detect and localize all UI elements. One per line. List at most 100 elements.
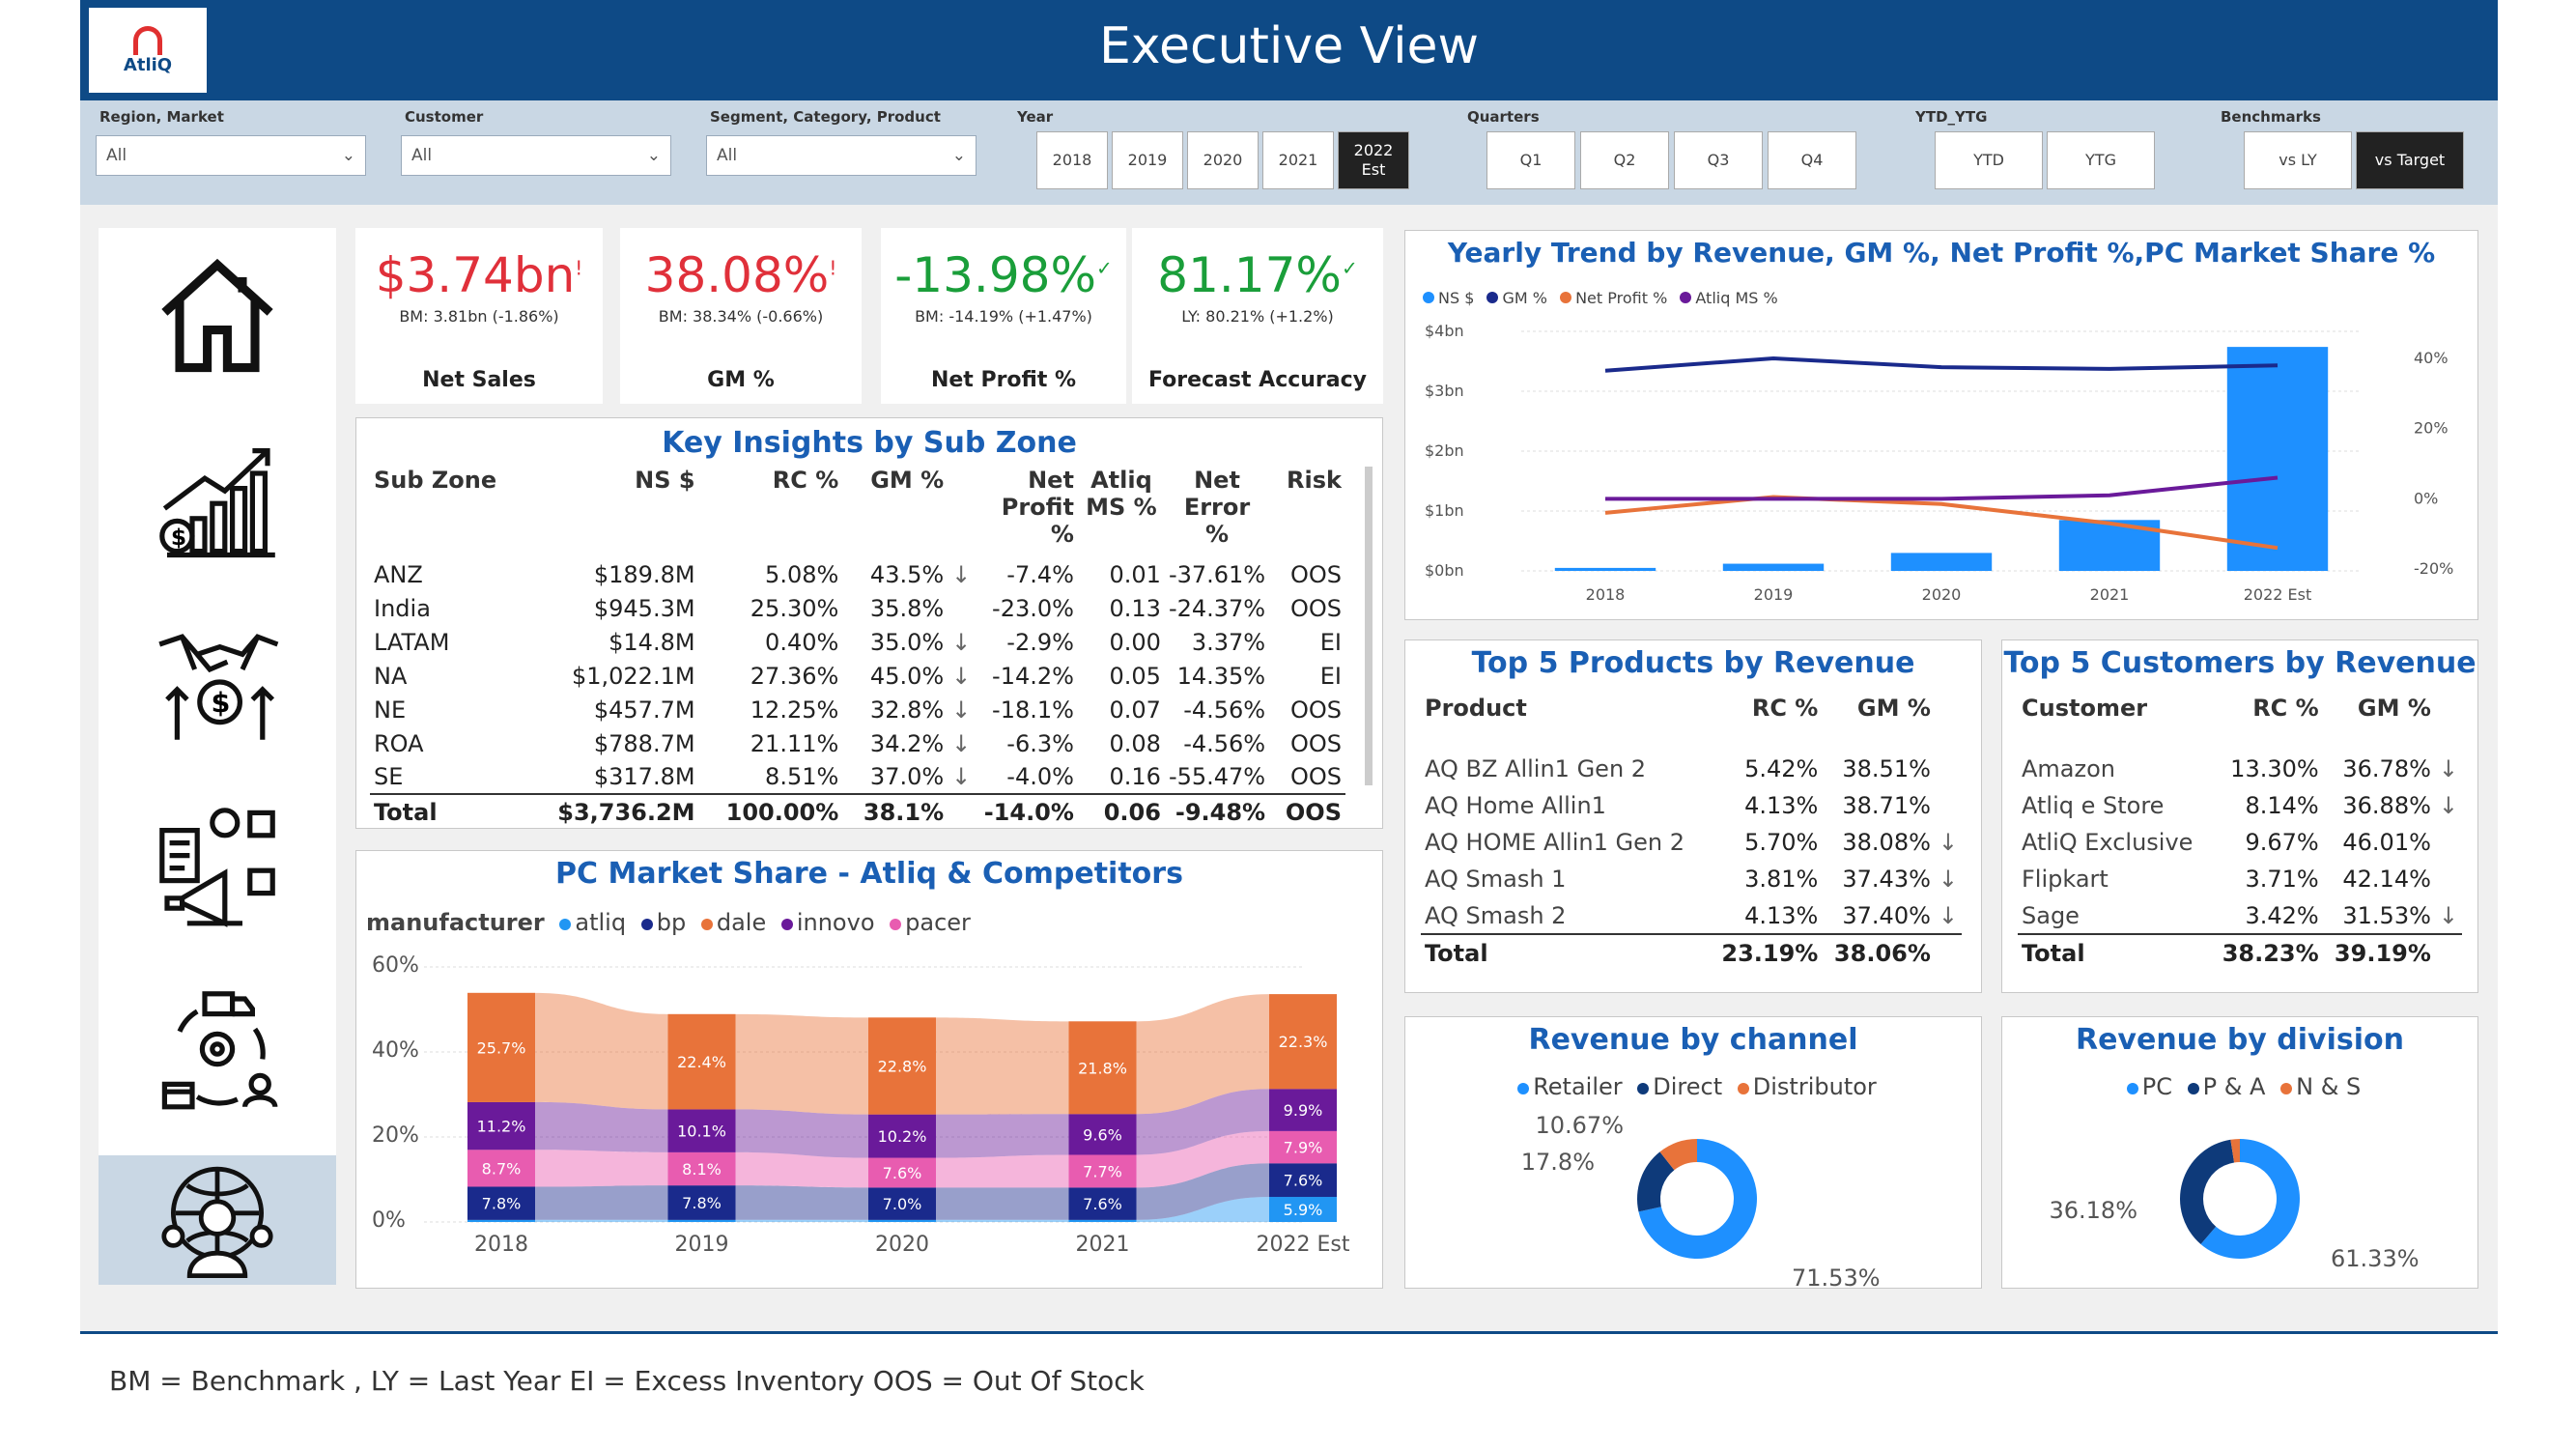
cell: -14.2% [992, 662, 1074, 690]
column-header[interactable]: RC % [2211, 695, 2323, 751]
legend-item: bp [656, 909, 687, 936]
quarter-q4-button[interactable]: Q4 [1768, 131, 1856, 189]
year-2021-button[interactable]: 2021 [1262, 131, 1334, 189]
svg-text:$: $ [171, 524, 186, 551]
y-tick-label: $2bn [1425, 441, 1464, 460]
table-row[interactable]: AtliQ Exclusive 9.67% 46.01% [2018, 824, 2462, 861]
year-2019-button[interactable]: 2019 [1112, 131, 1183, 189]
data-label: 10.67% [1535, 1112, 1624, 1139]
cell: AQ Smash 1 [1425, 866, 1567, 893]
quarter-q1-button[interactable]: Q1 [1486, 131, 1575, 189]
nav-executive-view[interactable] [99, 1155, 336, 1285]
cell: NE [374, 696, 407, 724]
table-row[interactable]: AQ Smash 1 3.81% 37.43% ↓ [1421, 861, 1962, 897]
footer-note: BM = Benchmark , LY = Last Year EI = Exc… [109, 1365, 1145, 1397]
y2-tick-label: -20% [2414, 559, 2453, 578]
table-row[interactable]: NE $457.7M 12.25% 32.8% ↓ -18.1% 0.07 -4.56% OOS [370, 693, 1345, 726]
cell [948, 591, 980, 625]
data-label: 22.3% [1279, 1033, 1328, 1051]
customer-dropdown[interactable]: All ⌄ [401, 135, 671, 176]
cell: 0.00 [1109, 628, 1161, 656]
column-header[interactable]: RC % [1710, 695, 1823, 751]
kpi-label: GM % [707, 368, 775, 392]
ytd-button[interactable]: YTD [1935, 131, 2043, 189]
column-header[interactable]: Customer [2018, 695, 2211, 751]
table-row[interactable]: AQ BZ Allin1 Gen 2 5.42% 38.51% [1421, 751, 1962, 787]
cell: 5.08% [765, 560, 839, 588]
table-row[interactable]: LATAM $14.8M 0.40% 35.0% ↓ -2.9% 0.00 3.37% EI [370, 625, 1345, 659]
table-row[interactable]: Sage 3.42% 31.53% ↓ [2018, 897, 2462, 934]
bar-segment-atliq [467, 1219, 535, 1222]
nav-home[interactable] [99, 228, 336, 402]
top-customers-card: Top 5 Customers by Revenue Customer RC % G… [2001, 639, 2478, 993]
column-header[interactable]: Atliq MS % [1078, 467, 1165, 557]
quarter-q2-button[interactable]: Q2 [1580, 131, 1669, 189]
column-header[interactable]: Net Error % [1165, 467, 1269, 557]
segment-dropdown[interactable]: All ⌄ [706, 135, 977, 176]
region-market-dropdown[interactable]: All ⌄ [96, 135, 366, 176]
table-row[interactable]: Amazon 13.30% 36.78% ↓ [2018, 751, 2462, 787]
table-row[interactable]: ROA $788.7M 21.11% 34.2% ↓ -6.3% 0.08 -4.56% OOS [370, 726, 1345, 760]
vs-target-button[interactable]: vs Target [2356, 131, 2464, 189]
table-row[interactable]: Atliq e Store 8.14% 36.88% ↓ [2018, 787, 2462, 824]
column-header[interactable]: NS $ [525, 467, 698, 557]
table-row[interactable]: India $945.3M 25.30% 35.8% -23.0% 0.13 -24.37%… [370, 591, 1345, 625]
cell: 4.13% [1744, 792, 1819, 819]
quarter-q3-button[interactable]: Q3 [1674, 131, 1763, 189]
chart-legend: manufacturer atliq bp dale innovo pacer [366, 909, 971, 936]
table-row[interactable]: Flipkart 3.71% 42.14% [2018, 861, 2462, 897]
data-label: 36.18% [2049, 1197, 2137, 1224]
x-tick-label: 2018 [1586, 585, 1626, 604]
y2-tick-label: 0% [2414, 489, 2438, 507]
table-row[interactable]: AQ Home Allin1 4.13% 38.71% [1421, 787, 1962, 824]
table-row[interactable]: AQ HOME Allin1 Gen 2 5.70% 38.08% ↓ [1421, 824, 1962, 861]
cell: 36.78% [2342, 755, 2431, 782]
column-header[interactable]: Risk [1269, 467, 1345, 557]
column-header[interactable]: Product [1421, 695, 1710, 751]
cell [1935, 751, 1962, 787]
column-header[interactable]: GM % [842, 467, 948, 557]
year-2020-button[interactable]: 2020 [1187, 131, 1259, 189]
ytg-button[interactable]: YTG [2047, 131, 2155, 189]
cell: Flipkart [2022, 866, 2109, 893]
data-label: 8.1% [682, 1160, 722, 1179]
column-header[interactable]: Net Profit % [980, 467, 1078, 557]
table-row[interactable]: SE $317.8M 8.51% 37.0% ↓ -4.0% 0.16 -55.47% OOS [370, 760, 1345, 794]
vs-ly-button[interactable]: vs LY [2244, 131, 2352, 189]
year-2022-est-button[interactable]: 2022 Est [1338, 131, 1409, 189]
column-header[interactable]: GM % [2323, 695, 2435, 751]
home-icon [161, 258, 273, 373]
nav-sales-view[interactable]: $ [99, 595, 336, 769]
data-label: 7.6% [1083, 1195, 1122, 1213]
table-row[interactable]: ANZ $189.8M 5.08% 43.5% ↓ -7.4% 0.01 -37.61% OOS [370, 557, 1345, 591]
cell: 35.0% [869, 628, 945, 656]
table-row[interactable]: AQ Smash 2 4.13% 37.40% ↓ [1421, 897, 1962, 934]
executive-icon [161, 1166, 273, 1278]
cell: 32.8% [869, 696, 945, 724]
data-label: 8.7% [482, 1159, 522, 1178]
cell: -18.1% [992, 696, 1074, 724]
column-header[interactable]: Sub Zone [370, 467, 525, 557]
scrollbar[interactable] [1365, 467, 1373, 785]
cell [2435, 861, 2462, 897]
supply-chain-icon [161, 991, 278, 1110]
cell: SE [374, 763, 404, 790]
column-header[interactable]: RC % [699, 467, 843, 557]
data-label: 10.1% [677, 1122, 726, 1141]
cell: 0.05 [1109, 662, 1161, 690]
column-header[interactable]: GM % [1822, 695, 1935, 751]
nav-marketing-view[interactable] [99, 779, 336, 952]
cell: 35.8% [869, 594, 945, 622]
cell: 37.40% [1842, 901, 1931, 929]
table-row[interactable]: NA $1,022.1M 27.36% 45.0% ↓ -14.2% 0.05 14.35% E… [370, 659, 1345, 693]
market-share-chart: 0% 20% 40% 60% 2018 2019 2020 2021 2022 Est 7.8% 8… [372, 953, 1350, 1257]
nav-finance-view[interactable]: $ [99, 412, 336, 585]
year-2018-button[interactable]: 2018 [1036, 131, 1108, 189]
kpi-benchmark: BM: -14.19% (+1.47%) [915, 307, 1092, 326]
nav-supply-chain-view[interactable] [99, 962, 336, 1136]
cell: 3.37% [1191, 628, 1266, 656]
kpi-label: Net Profit % [930, 368, 1077, 392]
total-cell [1934, 933, 1962, 971]
cell: 0.40% [765, 628, 839, 656]
cell: AQ Home Allin1 [1425, 792, 1606, 819]
